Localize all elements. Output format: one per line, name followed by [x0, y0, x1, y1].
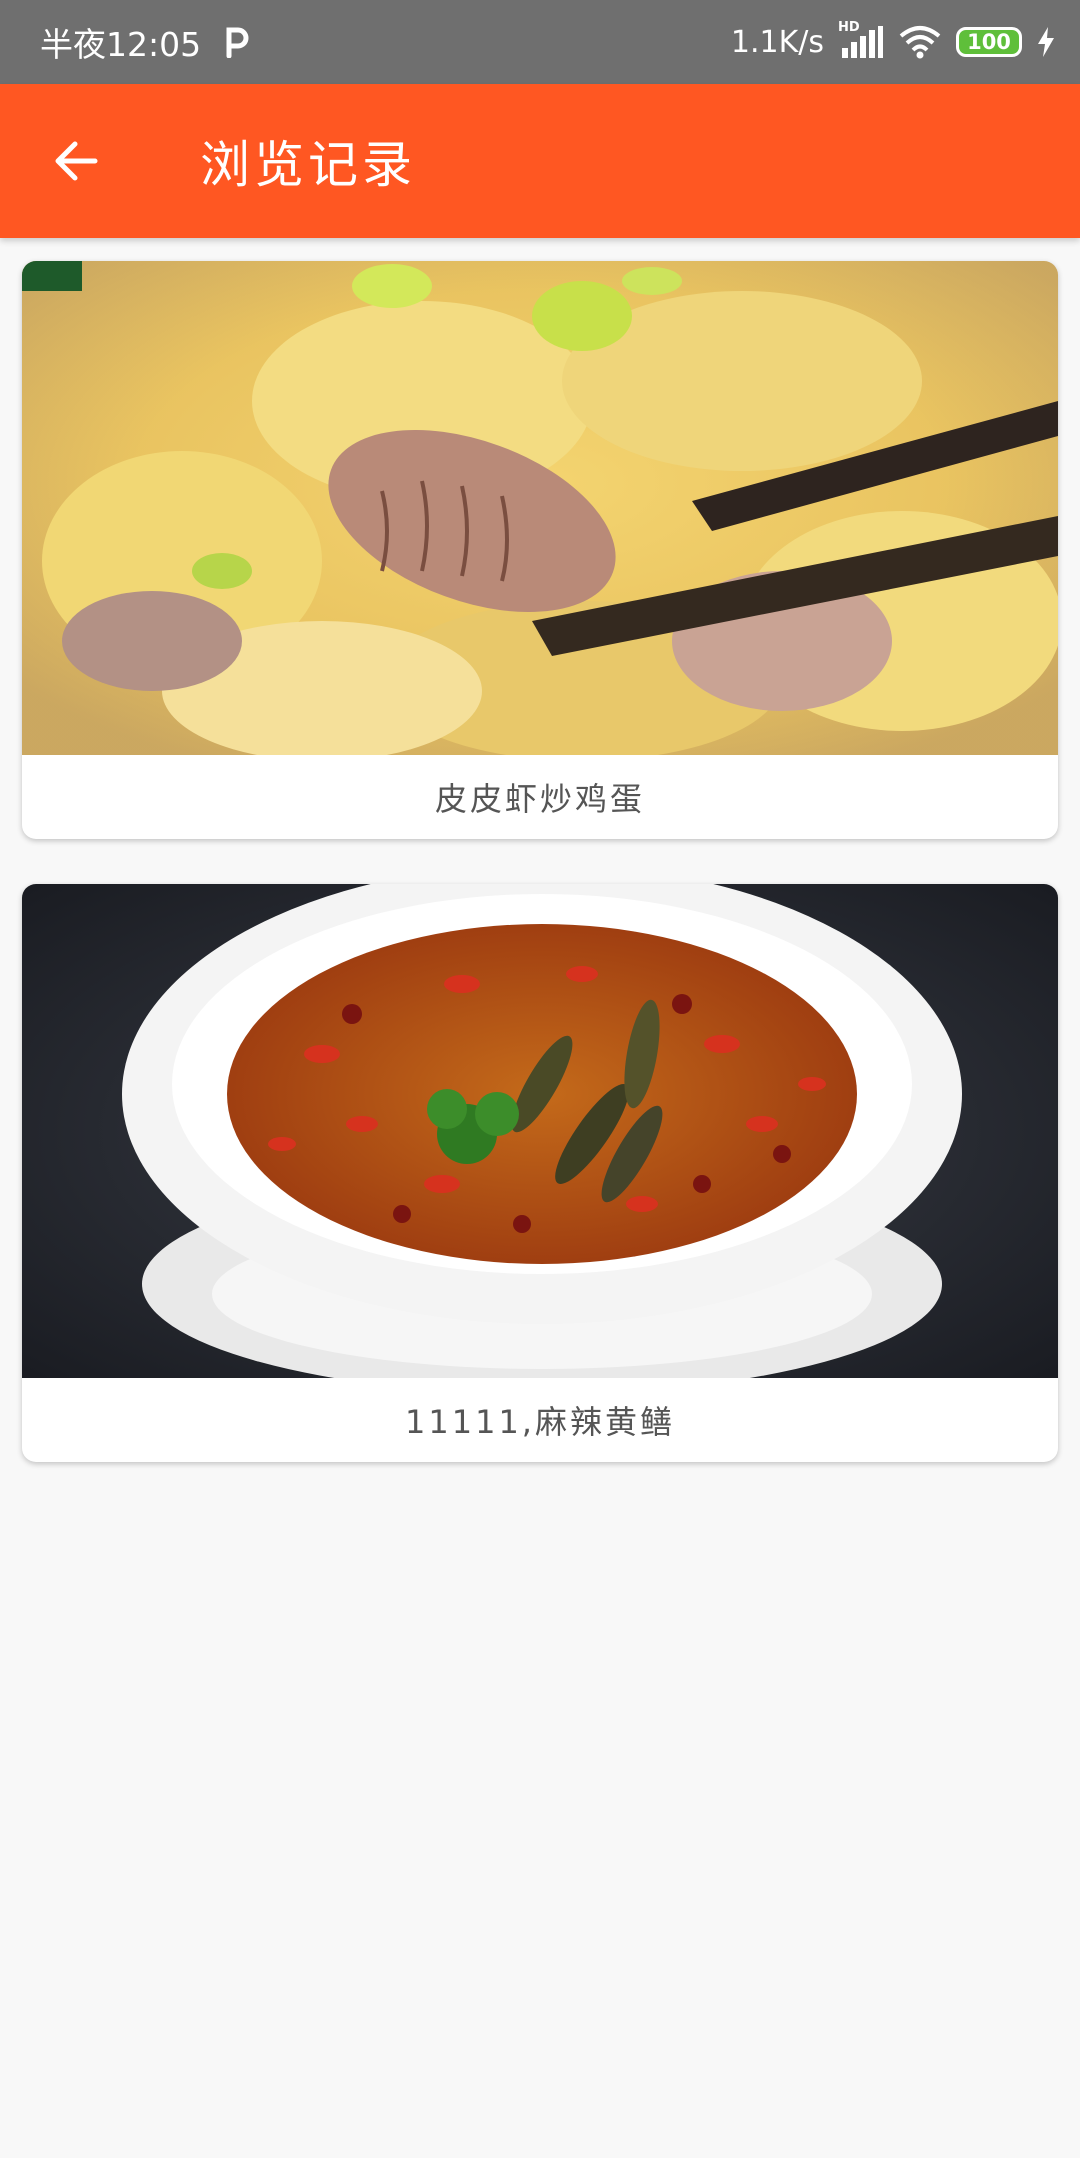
- status-bar: 半夜12:05 1.1K/s HD 100: [0, 0, 1080, 84]
- wifi-icon: [898, 25, 942, 59]
- history-item-card[interactable]: 皮皮虾炒鸡蛋: [22, 261, 1058, 839]
- history-item-card[interactable]: 11111,麻辣黄鳝: [22, 884, 1058, 1462]
- status-right: 1.1K/s HD 100: [731, 0, 1056, 84]
- back-button[interactable]: [44, 129, 108, 193]
- battery-level: 100: [967, 30, 1011, 54]
- app-bar: 浏览记录: [0, 84, 1080, 238]
- network-speed: 1.1K/s: [730, 24, 824, 60]
- p-app-icon: [223, 26, 251, 58]
- status-time: 半夜12:05: [40, 25, 202, 64]
- signal-icon: HD: [838, 20, 884, 60]
- history-item-title: 11111,麻辣黄鳝: [405, 1403, 675, 1441]
- battery-icon: 100: [956, 27, 1022, 57]
- page-title: 浏览记录: [200, 136, 416, 194]
- charging-icon: [1036, 26, 1056, 58]
- spicy-eel-with-chili-photo: [22, 884, 1058, 1378]
- stir-fried-mantis-shrimp-with-egg-photo: [22, 261, 1058, 755]
- arrow-back-icon: [55, 141, 98, 181]
- history-item-title: 皮皮虾炒鸡蛋: [434, 780, 645, 818]
- status-left: 半夜12:05: [40, 0, 251, 84]
